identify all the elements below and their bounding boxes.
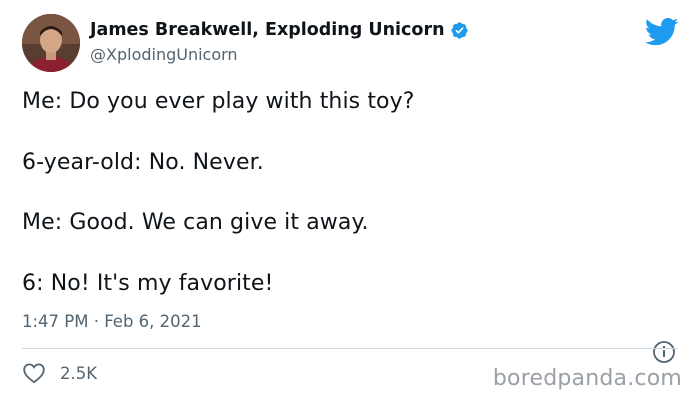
like-count: 2.5K: [60, 363, 98, 383]
author-name-row[interactable]: James Breakwell, Exploding Unicorn: [90, 20, 469, 40]
like-button[interactable]: 2.5K: [22, 362, 97, 384]
divider: [22, 348, 678, 349]
watermark: boredpanda.com: [492, 366, 682, 391]
tweet-text-line-2: 6-year-old: No. Never.: [22, 150, 264, 175]
author-display-name[interactable]: James Breakwell, Exploding Unicorn: [90, 20, 445, 40]
twitter-bird-icon[interactable]: [645, 17, 679, 47]
tweet-timestamp[interactable]: 1:47 PM · Feb 6, 2021: [22, 312, 202, 331]
heart-icon[interactable]: [22, 362, 46, 384]
author-handle[interactable]: @XplodingUnicorn: [90, 45, 238, 64]
tweet-text-line-4: 6: No! It's my favorite!: [22, 271, 274, 296]
tweet-text-line-1: Me: Do you ever play with this toy?: [22, 89, 415, 114]
info-icon[interactable]: [652, 340, 676, 364]
verified-badge-icon: [450, 21, 469, 40]
tweet-text-line-3: Me: Good. We can give it away.: [22, 210, 369, 235]
avatar[interactable]: [22, 14, 80, 72]
